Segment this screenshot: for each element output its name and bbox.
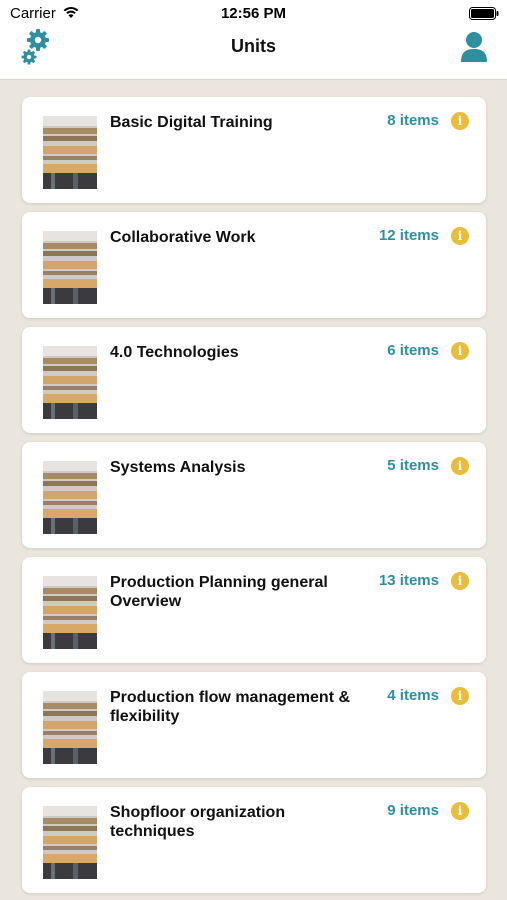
unit-item-count: 8 items <box>387 112 439 129</box>
info-icon[interactable]: i <box>451 687 469 705</box>
nav-bar: Units <box>0 28 507 80</box>
battery-icon <box>469 7 499 20</box>
unit-item-count: 13 items <box>378 572 439 589</box>
unit-thumbnail <box>43 231 97 304</box>
info-icon[interactable]: i <box>451 802 469 820</box>
user-icon <box>461 32 487 62</box>
unit-thumbnail <box>43 691 97 764</box>
unit-card[interactable]: Shopfloor organization techniques 9 item… <box>22 787 486 893</box>
unit-title: Systems Analysis <box>110 459 246 476</box>
unit-item-count: 4 items <box>387 687 439 704</box>
unit-card[interactable]: 4.0 Technologies 6 items i <box>22 327 486 433</box>
unit-thumbnail <box>43 806 97 879</box>
unit-card[interactable]: Collaborative Work 12 items i <box>22 212 486 318</box>
unit-thumbnail <box>43 461 97 534</box>
status-time: 12:56 PM <box>220 5 287 22</box>
unit-card[interactable]: Systems Analysis 5 items i <box>22 442 486 548</box>
unit-item-count: 9 items <box>387 802 439 819</box>
info-icon[interactable]: i <box>451 112 469 130</box>
unit-card[interactable]: Production flow management & flexibility… <box>22 672 486 778</box>
info-icon[interactable]: i <box>451 342 469 360</box>
info-icon[interactable]: i <box>451 227 469 245</box>
unit-thumbnail <box>43 576 97 649</box>
unit-title: Shopfloor organization techniques <box>110 804 286 840</box>
unit-card[interactable]: Basic Digital Training 8 items i <box>22 97 486 203</box>
unit-item-count: 12 items <box>378 227 439 244</box>
unit-item-count: 5 items <box>387 457 439 474</box>
unit-title: Production Planning general Overview <box>110 574 328 610</box>
profile-button[interactable] <box>459 31 489 63</box>
unit-title: 4.0 Technologies <box>110 344 239 361</box>
unit-thumbnail <box>43 116 97 189</box>
info-icon[interactable]: i <box>451 457 469 475</box>
info-icon[interactable]: i <box>451 572 469 590</box>
page-title: Units <box>231 36 276 56</box>
unit-title: Production flow management & flexibility <box>110 689 351 725</box>
unit-title: Collaborative Work <box>110 229 256 246</box>
status-bar: Carrier 12:56 PM <box>0 0 507 28</box>
unit-item-count: 6 items <box>387 342 439 359</box>
unit-card[interactable]: Production Planning general Overview 13 … <box>22 557 486 663</box>
unit-thumbnail <box>43 346 97 419</box>
unit-title: Basic Digital Training <box>110 114 273 131</box>
